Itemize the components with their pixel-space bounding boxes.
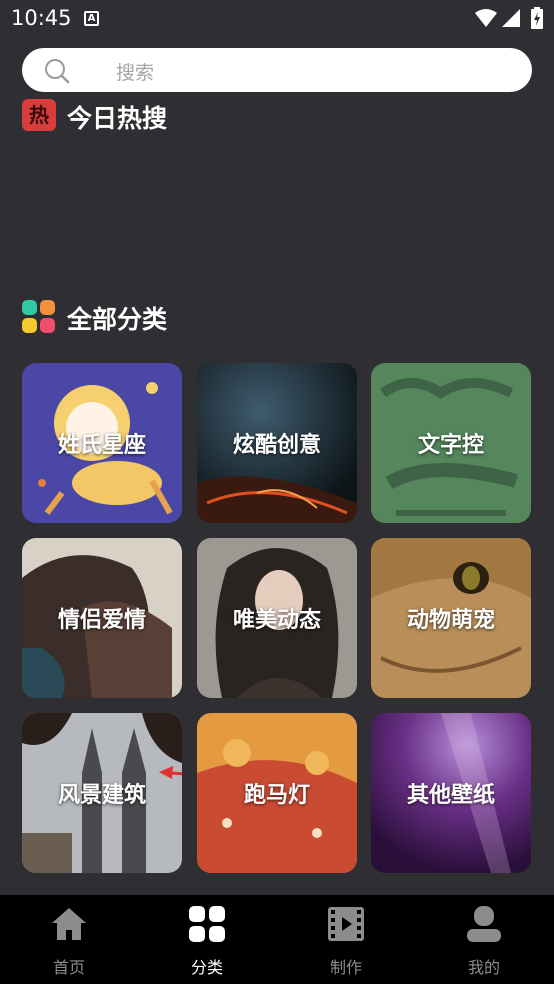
search-placeholder: 搜索 [116, 62, 155, 84]
category-tile-other[interactable]: 其他壁纸 [371, 713, 531, 873]
category-label: 姓氏星座 [57, 433, 146, 458]
category-tile-zodiac[interactable]: 姓氏星座 [22, 363, 182, 523]
hot-search-icon: 热 [22, 99, 56, 131]
nav-home-label: 首页 [52, 958, 85, 977]
category-tile-text[interactable]: 文字控 [371, 363, 531, 523]
film-icon [328, 907, 364, 941]
all-categories-icon [22, 300, 56, 334]
category-label: 风景建筑 [57, 783, 146, 808]
category-tile-aesthetic[interactable]: 唯美动态 [197, 538, 357, 698]
home-icon [52, 908, 86, 940]
category-label: 炫酷创意 [232, 433, 321, 458]
category-label: 文字控 [417, 433, 484, 458]
category-tile-scenery[interactable]: 风景建筑 [22, 713, 182, 873]
red-arrow-icon [159, 766, 182, 779]
category-label: 其他壁纸 [406, 783, 495, 808]
category-tile-couple[interactable]: 情侣爱情 [22, 538, 182, 698]
keyboard-a-icon: A [84, 11, 99, 26]
cell-signal-icon [502, 9, 520, 27]
all-categories-title: 全部分类 [67, 305, 168, 334]
nav-mine-label: 我的 [467, 958, 500, 977]
battery-icon [531, 7, 543, 29]
grid-icon [189, 906, 225, 942]
category-label: 唯美动态 [232, 608, 321, 633]
bottom-nav: 首页 分类 制作 我的 [0, 895, 554, 984]
category-label: 动物萌宠 [406, 608, 495, 633]
nav-category[interactable]: 分类 [138, 895, 276, 984]
search-icon [45, 59, 70, 84]
nav-home[interactable]: 首页 [0, 895, 138, 984]
category-tile-pets[interactable]: 动物萌宠 [371, 538, 531, 698]
category-label: 情侣爱情 [57, 608, 146, 633]
nav-make-label: 制作 [329, 958, 362, 977]
user-icon [467, 906, 501, 942]
category-tile-creative[interactable]: 炫酷创意 [197, 363, 357, 523]
search-bar[interactable]: 搜索 [22, 48, 532, 92]
nav-make[interactable]: 制作 [277, 895, 415, 984]
nav-category-label: 分类 [190, 958, 223, 977]
nav-mine[interactable]: 我的 [415, 895, 553, 984]
category-tile-marquee[interactable]: 跑马灯 [197, 713, 357, 873]
status-time: 10:45 [11, 6, 72, 30]
hot-search-title: 今日热搜 [67, 104, 168, 133]
status-bar: 10:45 A [0, 0, 554, 38]
category-label: 跑马灯 [243, 783, 310, 808]
wifi-icon [475, 9, 497, 27]
